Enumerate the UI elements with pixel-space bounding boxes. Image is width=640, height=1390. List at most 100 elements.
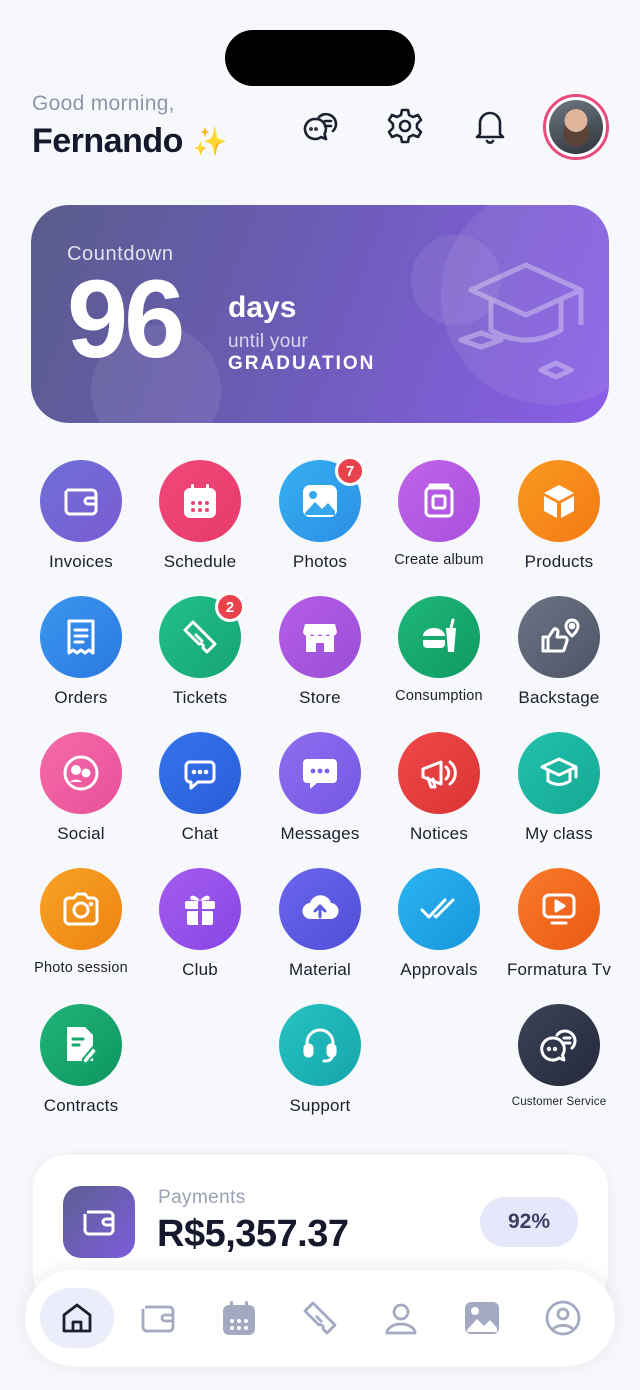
calendar-icon <box>223 1301 255 1335</box>
settings-icon[interactable] <box>385 106 425 146</box>
sparkle-icon: ✨ <box>192 126 228 157</box>
app-notices[interactable]: Notices <box>379 732 499 844</box>
app-my-class[interactable]: My class <box>499 732 619 844</box>
app-icon-circle <box>398 460 480 542</box>
app-icon-circle <box>279 868 361 950</box>
countdown-number: 96 <box>67 258 185 381</box>
app-icon-circle <box>40 732 122 814</box>
avatar[interactable] <box>543 94 609 160</box>
storefront-icon <box>301 618 339 656</box>
thumbs-location-icon <box>537 617 581 657</box>
tab-home[interactable] <box>40 1288 114 1348</box>
app-photos[interactable]: 7 Photos <box>260 456 380 572</box>
dynamic-island <box>225 30 415 86</box>
bell-icon[interactable] <box>470 106 510 146</box>
app-label: Notices <box>409 824 469 843</box>
app-label: Create album <box>394 552 484 568</box>
tab-profile[interactable] <box>526 1288 600 1348</box>
app-icon-circle <box>518 596 600 678</box>
wallet-icon <box>63 1186 135 1258</box>
app-icon-circle <box>398 596 480 678</box>
image-icon <box>301 483 339 519</box>
app-label: Tickets <box>172 688 228 707</box>
wallet-icon <box>141 1305 175 1333</box>
countdown-card[interactable]: Countdown 96 days until your GRADUATION <box>31 205 609 423</box>
payments-percent-badge: 92% <box>480 1197 578 1247</box>
app-label: Club <box>182 960 218 979</box>
gallery-icon <box>465 1302 499 1334</box>
cloud-upload-icon <box>300 891 340 927</box>
app-consumption[interactable]: Consumption <box>379 596 499 704</box>
tv-play-icon <box>540 890 578 928</box>
app-icon-circle <box>279 732 361 814</box>
app-products[interactable]: Products <box>499 460 619 572</box>
app-icon-circle <box>398 732 480 814</box>
camera-icon <box>61 891 101 927</box>
album-icon <box>422 482 456 520</box>
app-icon-circle <box>40 460 122 542</box>
contract-icon <box>63 1025 99 1065</box>
food-icon <box>419 618 459 656</box>
receipt-icon <box>64 618 98 656</box>
app-label: Photos <box>292 552 348 571</box>
app-backstage[interactable]: Backstage <box>499 596 619 708</box>
countdown-until: until your <box>228 331 309 352</box>
notification-badge: 2 <box>215 592 245 622</box>
box-icon <box>540 482 578 520</box>
app-invoices[interactable]: Invoices <box>21 460 141 572</box>
app-label: Schedule <box>163 552 237 571</box>
app-create-album[interactable]: Create album <box>379 460 499 568</box>
customer-service-icon <box>538 1025 580 1065</box>
app-orders[interactable]: Orders <box>21 596 141 708</box>
app-label: Products <box>524 552 594 571</box>
app-label: Orders <box>54 688 108 707</box>
tab-calendar[interactable] <box>202 1288 276 1348</box>
app-icon-circle <box>398 868 480 950</box>
chat-icon <box>180 754 220 792</box>
profile-icon <box>545 1300 581 1336</box>
header: Good morning, Fernando ✨ <box>32 92 612 172</box>
app-social[interactable]: Social <box>21 732 141 844</box>
app-label: Backstage <box>518 688 600 707</box>
app-schedule[interactable]: Schedule <box>140 460 260 572</box>
app-formatura-tv[interactable]: Formatura Tv <box>499 868 619 980</box>
app-label: My class <box>525 824 593 843</box>
app-customer-service[interactable]: Customer Service <box>499 1004 619 1108</box>
notification-badge: 7 <box>335 456 365 486</box>
app-messages[interactable]: Messages <box>260 732 380 844</box>
avatar-photo <box>549 100 603 154</box>
headset-icon <box>300 1025 340 1065</box>
app-label: Consumption <box>395 688 483 704</box>
community-icon <box>385 1303 417 1335</box>
app-label: Material <box>288 960 352 979</box>
tab-wallet[interactable] <box>121 1288 195 1348</box>
tab-tickets[interactable] <box>283 1288 357 1348</box>
app-label: Formatura Tv <box>506 960 612 979</box>
tab-community[interactable] <box>364 1288 438 1348</box>
app-icon-circle <box>40 596 122 678</box>
tab-gallery[interactable] <box>445 1288 519 1348</box>
social-icon <box>62 754 100 792</box>
app-approvals[interactable]: Approvals <box>379 868 499 980</box>
app-chat[interactable]: Chat <box>140 732 260 844</box>
app-photo-session[interactable]: Photo session <box>21 868 141 976</box>
app-contracts[interactable]: Contracts <box>21 1004 141 1116</box>
user-name-text: Fernando <box>32 122 183 160</box>
calendar-icon <box>182 482 218 520</box>
graduation-cap-icon <box>458 262 584 380</box>
app-icon-circle <box>159 460 241 542</box>
countdown-unit: days <box>228 291 297 324</box>
app-club[interactable]: Club <box>140 868 260 980</box>
countdown-event: GRADUATION <box>228 353 376 374</box>
app-tickets[interactable]: 2 Tickets <box>140 592 260 708</box>
graduation-cap-icon <box>539 755 579 791</box>
app-store[interactable]: Store <box>260 596 380 708</box>
chat-bubbles-icon[interactable] <box>300 106 340 146</box>
app-material[interactable]: Material <box>260 868 380 980</box>
app-label: Store <box>299 688 341 707</box>
app-icon-circle <box>518 1004 600 1086</box>
payments-label: Payments <box>158 1187 246 1208</box>
app-support[interactable]: Support <box>260 1004 380 1116</box>
app-icon-circle <box>40 868 122 950</box>
app-label: Customer Service <box>511 1096 607 1108</box>
